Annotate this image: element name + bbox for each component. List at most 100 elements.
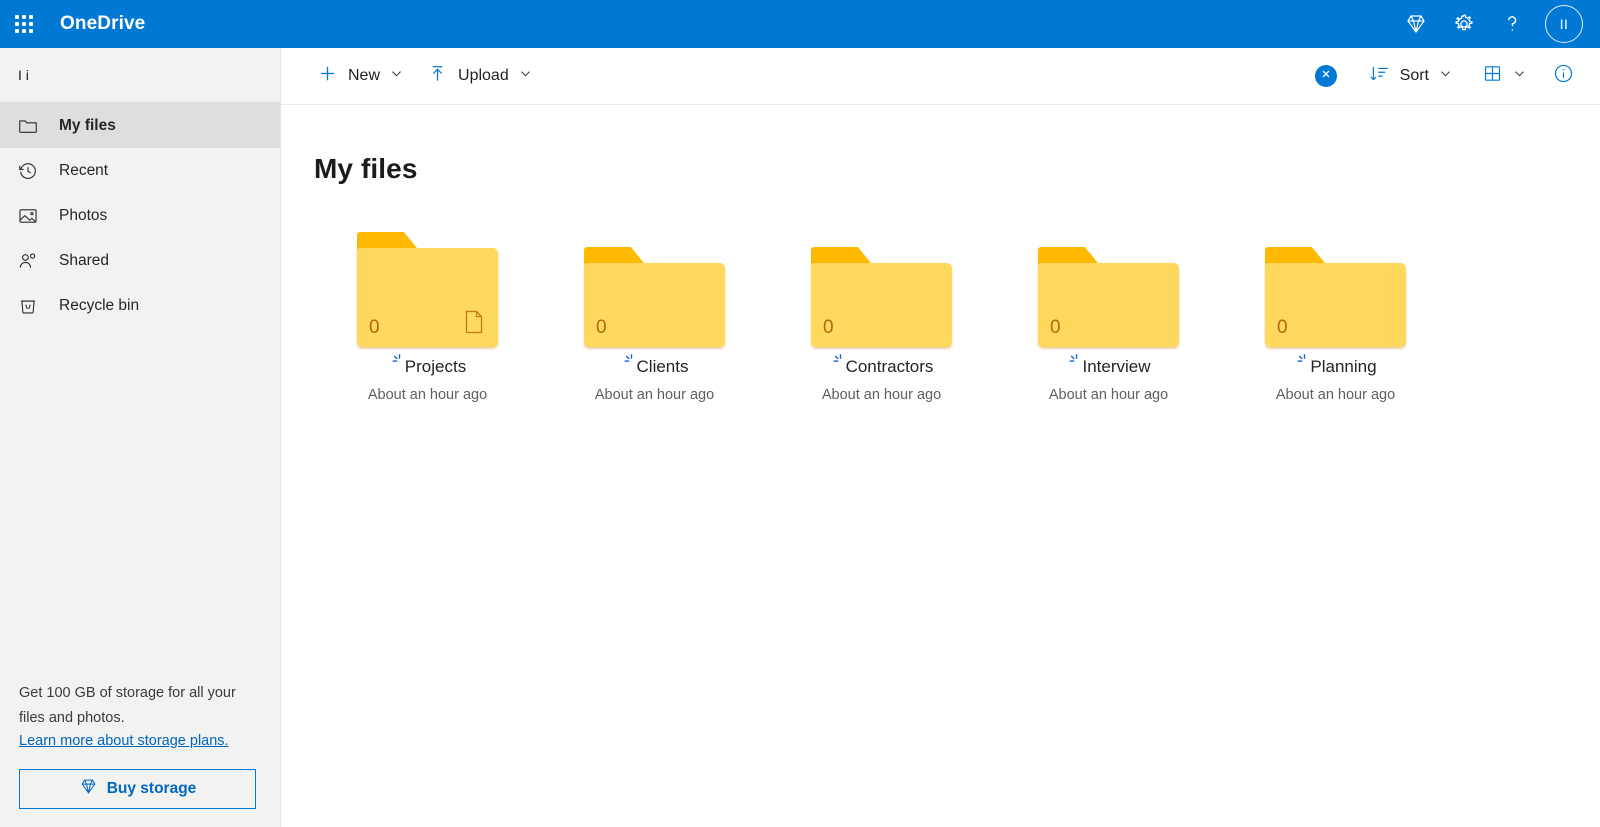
suite-header: OneDrive <box>0 0 1600 48</box>
command-bar: New Upload <box>281 48 1600 105</box>
settings-button[interactable] <box>1440 0 1488 48</box>
app-launcher-button[interactable] <box>0 0 48 48</box>
brand-title: OneDrive <box>60 13 145 35</box>
sidebar-account-label: I i <box>0 48 280 103</box>
clock-history-icon <box>17 160 47 182</box>
sidebar-item-label: My files <box>59 117 116 135</box>
chevron-down-icon <box>519 67 532 85</box>
buy-storage-label: Buy storage <box>107 780 197 798</box>
close-circle-icon <box>1320 67 1332 85</box>
folder-name-row: Contractors <box>830 353 934 381</box>
document-icon <box>464 310 484 339</box>
folder-name-row: Planning <box>1294 353 1376 381</box>
folder-name: Contractors <box>846 357 934 377</box>
folder-modified: About an hour ago <box>1049 387 1168 403</box>
account-avatar-button[interactable]: II <box>1540 0 1588 48</box>
folder-body: 0 <box>1038 263 1179 347</box>
folder-modified: About an hour ago <box>1276 387 1395 403</box>
folder-art-wrap: 0 <box>584 217 725 347</box>
folder-name-row: Clients <box>621 353 689 381</box>
sidebar-item-photos[interactable]: Photos <box>0 193 280 238</box>
help-button[interactable] <box>1488 0 1536 48</box>
folder-name: Interview <box>1082 357 1150 377</box>
folder-icon: 0 <box>1038 247 1179 347</box>
new-button-label: New <box>348 67 380 85</box>
folder-icon: 0 <box>1265 247 1406 347</box>
trash-icon <box>17 295 47 317</box>
grid-view-icon <box>1482 63 1503 89</box>
folder-body: 0 <box>811 263 952 347</box>
folder-item-count: 0 <box>369 317 380 339</box>
upload-button-label: Upload <box>458 67 509 85</box>
sidebar-item-label: Photos <box>59 207 107 225</box>
new-sparkle-icon <box>830 353 844 372</box>
folder-item-count: 0 <box>596 317 607 339</box>
folder-modified: About an hour ago <box>595 387 714 403</box>
folder-item-count: 0 <box>823 317 834 339</box>
folder-modified: About an hour ago <box>368 387 487 403</box>
avatar: II <box>1545 5 1583 43</box>
command-bar-right: Sort <box>1315 56 1582 96</box>
folder-art-wrap: 0 <box>357 217 498 347</box>
folder-name-row: Interview <box>1066 353 1150 381</box>
chevron-down-icon <box>390 67 403 85</box>
folder-item-count: 0 <box>1050 317 1061 339</box>
folder-tile[interactable]: 0 <box>314 217 541 403</box>
photo-icon <box>17 205 47 227</box>
page-title: My files <box>314 153 1600 185</box>
sort-button[interactable]: Sort <box>1357 56 1464 96</box>
folder-art-wrap: 0 <box>811 217 952 347</box>
sidebar-item-label: Recycle bin <box>59 297 139 315</box>
folder-body: 0 <box>357 248 498 347</box>
folder-icon: 0 <box>357 232 498 347</box>
folder-icon <box>17 115 47 137</box>
chevron-down-icon <box>1513 67 1526 85</box>
sidebar-item-label: Recent <box>59 162 108 180</box>
folder-icon: 0 <box>811 247 952 347</box>
folder-grid: 0 <box>281 217 1600 403</box>
clear-selection-button[interactable] <box>1315 65 1337 87</box>
storage-promo: Get 100 GB of storage for all your files… <box>0 681 280 827</box>
upload-button[interactable]: Upload <box>415 56 544 96</box>
folder-name: Planning <box>1310 357 1376 377</box>
sidebar-item-recycle-bin[interactable]: Recycle bin <box>0 283 280 328</box>
new-button[interactable]: New <box>305 56 415 96</box>
details-info-button[interactable] <box>1544 57 1582 95</box>
help-question-icon <box>1500 12 1524 36</box>
storage-plans-link[interactable]: Learn more about storage plans. <box>19 733 229 749</box>
diamond-icon <box>79 777 98 801</box>
folder-art-wrap: 0 <box>1265 217 1406 347</box>
premium-diamond-icon <box>1404 12 1428 36</box>
sidebar-nav: My files Recent Photos <box>0 103 280 328</box>
header-actions: II <box>1392 0 1600 48</box>
folder-item-count: 0 <box>1277 317 1288 339</box>
sidebar-item-label: Shared <box>59 252 109 270</box>
storage-promo-text: Get 100 GB of storage for all your files… <box>19 681 244 731</box>
folder-name: Projects <box>405 357 466 377</box>
new-sparkle-icon <box>1066 353 1080 372</box>
folder-name-row: Projects <box>389 353 466 381</box>
sidebar-item-recent[interactable]: Recent <box>0 148 280 193</box>
folder-art-wrap: 0 <box>1038 217 1179 347</box>
folder-tile[interactable]: 0 Clients About an hour ago <box>541 217 768 403</box>
folder-modified: About an hour ago <box>822 387 941 403</box>
sort-descending-icon <box>1369 63 1390 89</box>
folder-body: 0 <box>584 263 725 347</box>
folder-tile[interactable]: 0 Contractors About an hour ago <box>768 217 995 403</box>
new-sparkle-icon <box>1294 353 1308 372</box>
folder-tile[interactable]: 0 Interview About an hour ago <box>995 217 1222 403</box>
premium-button[interactable] <box>1392 0 1440 48</box>
upload-arrow-icon <box>427 63 448 89</box>
view-options-button[interactable] <box>1470 56 1538 96</box>
sidebar-item-shared[interactable]: Shared <box>0 238 280 283</box>
folder-icon: 0 <box>584 247 725 347</box>
chevron-down-icon <box>1439 67 1452 85</box>
sidebar: I i My files Recent <box>0 48 281 827</box>
waffle-grid-icon <box>15 15 33 33</box>
sidebar-item-my-files[interactable]: My files <box>0 103 280 148</box>
buy-storage-button[interactable]: Buy storage <box>19 769 256 809</box>
folder-tile[interactable]: 0 Planning About an hour ago <box>1222 217 1449 403</box>
new-sparkle-icon <box>389 353 403 372</box>
info-circle-icon <box>1552 62 1575 90</box>
plus-icon <box>317 63 338 89</box>
